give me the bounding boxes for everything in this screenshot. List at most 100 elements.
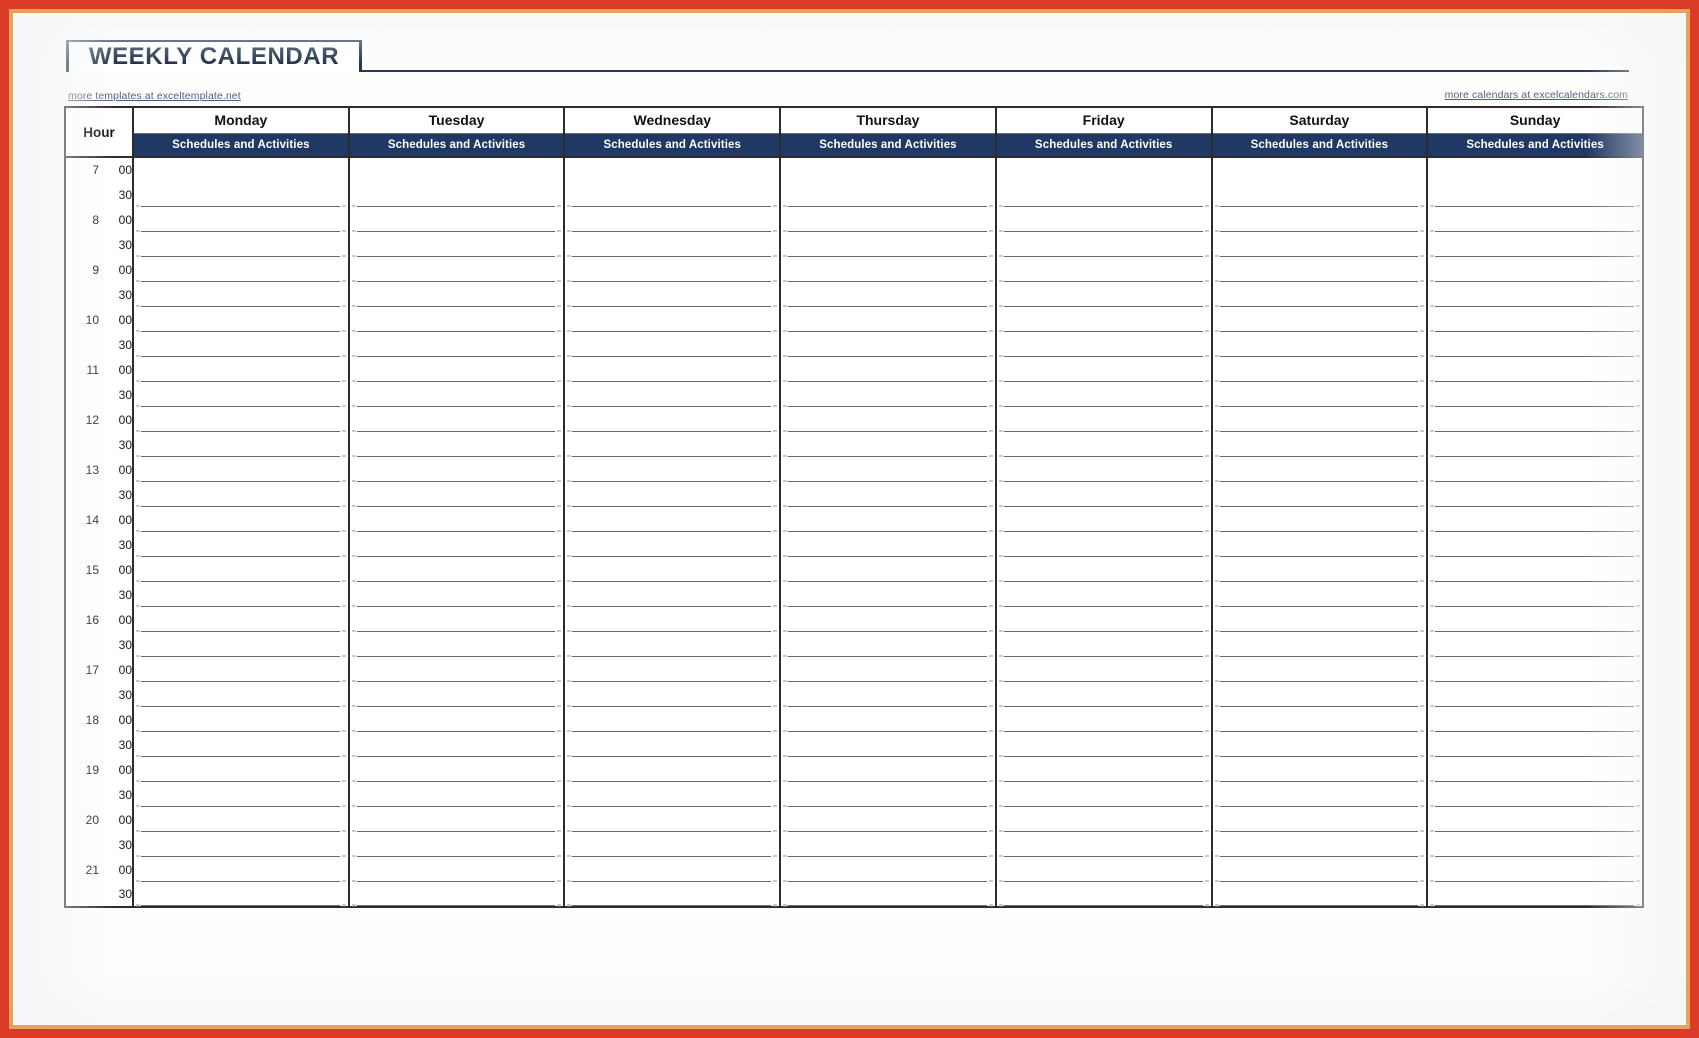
schedule-slot[interactable]	[995, 357, 1213, 383]
schedule-slot[interactable]	[780, 682, 997, 708]
schedule-slot[interactable]	[348, 557, 566, 583]
schedule-slot[interactable]	[995, 532, 1213, 558]
schedule-slot[interactable]	[780, 182, 997, 208]
schedule-slot[interactable]	[133, 307, 350, 333]
schedule-slot[interactable]	[995, 232, 1213, 258]
schedule-slot[interactable]	[780, 532, 997, 558]
schedule-slot[interactable]	[780, 632, 997, 658]
schedule-slot[interactable]	[995, 407, 1213, 433]
schedule-slot[interactable]	[1427, 457, 1643, 483]
schedule-slot[interactable]	[348, 807, 566, 833]
schedule-slot[interactable]	[564, 482, 782, 508]
schedule-slot[interactable]	[133, 682, 350, 708]
schedule-slot[interactable]	[1427, 332, 1643, 358]
schedule-slot[interactable]	[995, 732, 1213, 758]
schedule-slot[interactable]	[564, 182, 782, 208]
schedule-slot[interactable]	[348, 432, 566, 458]
schedule-slot[interactable]	[1211, 457, 1429, 483]
schedule-slot[interactable]	[348, 732, 566, 758]
attribution-link-excelcalendars[interactable]: more calendars at excelcalendars.com	[1445, 89, 1628, 101]
schedule-slot[interactable]	[780, 657, 997, 683]
schedule-slot[interactable]	[133, 357, 350, 383]
schedule-slot[interactable]	[1211, 207, 1429, 233]
schedule-slot[interactable]	[1211, 882, 1429, 907]
schedule-slot[interactable]	[995, 307, 1213, 333]
schedule-slot[interactable]	[1427, 382, 1643, 408]
schedule-slot[interactable]	[564, 782, 782, 808]
schedule-slot[interactable]	[133, 782, 350, 808]
schedule-slot[interactable]	[1427, 157, 1643, 182]
schedule-slot[interactable]	[995, 257, 1213, 283]
schedule-slot[interactable]	[133, 832, 350, 858]
schedule-slot[interactable]	[780, 732, 997, 758]
schedule-slot[interactable]	[995, 832, 1213, 858]
schedule-slot[interactable]	[995, 807, 1213, 833]
schedule-slot[interactable]	[1211, 407, 1429, 433]
schedule-slot[interactable]	[348, 357, 566, 383]
schedule-slot[interactable]	[348, 482, 566, 508]
schedule-slot[interactable]	[133, 157, 350, 182]
schedule-slot[interactable]	[133, 432, 350, 458]
schedule-slot[interactable]	[133, 457, 350, 483]
schedule-slot[interactable]	[1211, 582, 1429, 608]
schedule-slot[interactable]	[1211, 182, 1429, 208]
schedule-slot[interactable]	[1211, 732, 1429, 758]
schedule-slot[interactable]	[1211, 432, 1429, 458]
schedule-slot[interactable]	[1427, 407, 1643, 433]
schedule-slot[interactable]	[133, 257, 350, 283]
schedule-slot[interactable]	[133, 482, 350, 508]
schedule-slot[interactable]	[564, 632, 782, 658]
schedule-slot[interactable]	[564, 707, 782, 733]
schedule-slot[interactable]	[1211, 757, 1429, 783]
schedule-slot[interactable]	[348, 582, 566, 608]
schedule-slot[interactable]	[780, 357, 997, 383]
schedule-slot[interactable]	[995, 782, 1213, 808]
schedule-slot[interactable]	[1211, 307, 1429, 333]
schedule-slot[interactable]	[1427, 482, 1643, 508]
schedule-slot[interactable]	[1211, 632, 1429, 658]
schedule-slot[interactable]	[564, 557, 782, 583]
schedule-slot[interactable]	[564, 157, 782, 182]
schedule-slot[interactable]	[564, 457, 782, 483]
schedule-slot[interactable]	[133, 282, 350, 308]
schedule-slot[interactable]	[780, 607, 997, 633]
schedule-slot[interactable]	[348, 757, 566, 783]
schedule-slot[interactable]	[348, 157, 566, 182]
schedule-slot[interactable]	[780, 307, 997, 333]
schedule-slot[interactable]	[1427, 707, 1643, 733]
schedule-slot[interactable]	[1427, 657, 1643, 683]
schedule-slot[interactable]	[995, 682, 1213, 708]
schedule-slot[interactable]	[1427, 582, 1643, 608]
schedule-slot[interactable]	[133, 407, 350, 433]
schedule-slot[interactable]	[133, 507, 350, 533]
schedule-slot[interactable]	[564, 432, 782, 458]
schedule-slot[interactable]	[1211, 782, 1429, 808]
schedule-slot[interactable]	[564, 382, 782, 408]
schedule-slot[interactable]	[564, 407, 782, 433]
schedule-slot[interactable]	[1427, 432, 1643, 458]
schedule-slot[interactable]	[1211, 482, 1429, 508]
schedule-slot[interactable]	[564, 882, 782, 907]
schedule-slot[interactable]	[995, 557, 1213, 583]
schedule-slot[interactable]	[995, 757, 1213, 783]
schedule-slot[interactable]	[780, 707, 997, 733]
schedule-slot[interactable]	[1211, 357, 1429, 383]
schedule-slot[interactable]	[995, 882, 1213, 907]
schedule-slot[interactable]	[1427, 307, 1643, 333]
schedule-slot[interactable]	[995, 207, 1213, 233]
schedule-slot[interactable]	[133, 707, 350, 733]
schedule-slot[interactable]	[564, 232, 782, 258]
schedule-slot[interactable]	[780, 757, 997, 783]
schedule-slot[interactable]	[780, 882, 997, 907]
schedule-slot[interactable]	[1427, 557, 1643, 583]
schedule-slot[interactable]	[1211, 282, 1429, 308]
schedule-slot[interactable]	[1427, 632, 1643, 658]
schedule-slot[interactable]	[995, 482, 1213, 508]
schedule-slot[interactable]	[133, 557, 350, 583]
schedule-slot[interactable]	[133, 182, 350, 208]
schedule-slot[interactable]	[1211, 157, 1429, 182]
schedule-slot[interactable]	[348, 257, 566, 283]
schedule-slot[interactable]	[1211, 807, 1429, 833]
schedule-slot[interactable]	[995, 332, 1213, 358]
schedule-slot[interactable]	[133, 582, 350, 608]
